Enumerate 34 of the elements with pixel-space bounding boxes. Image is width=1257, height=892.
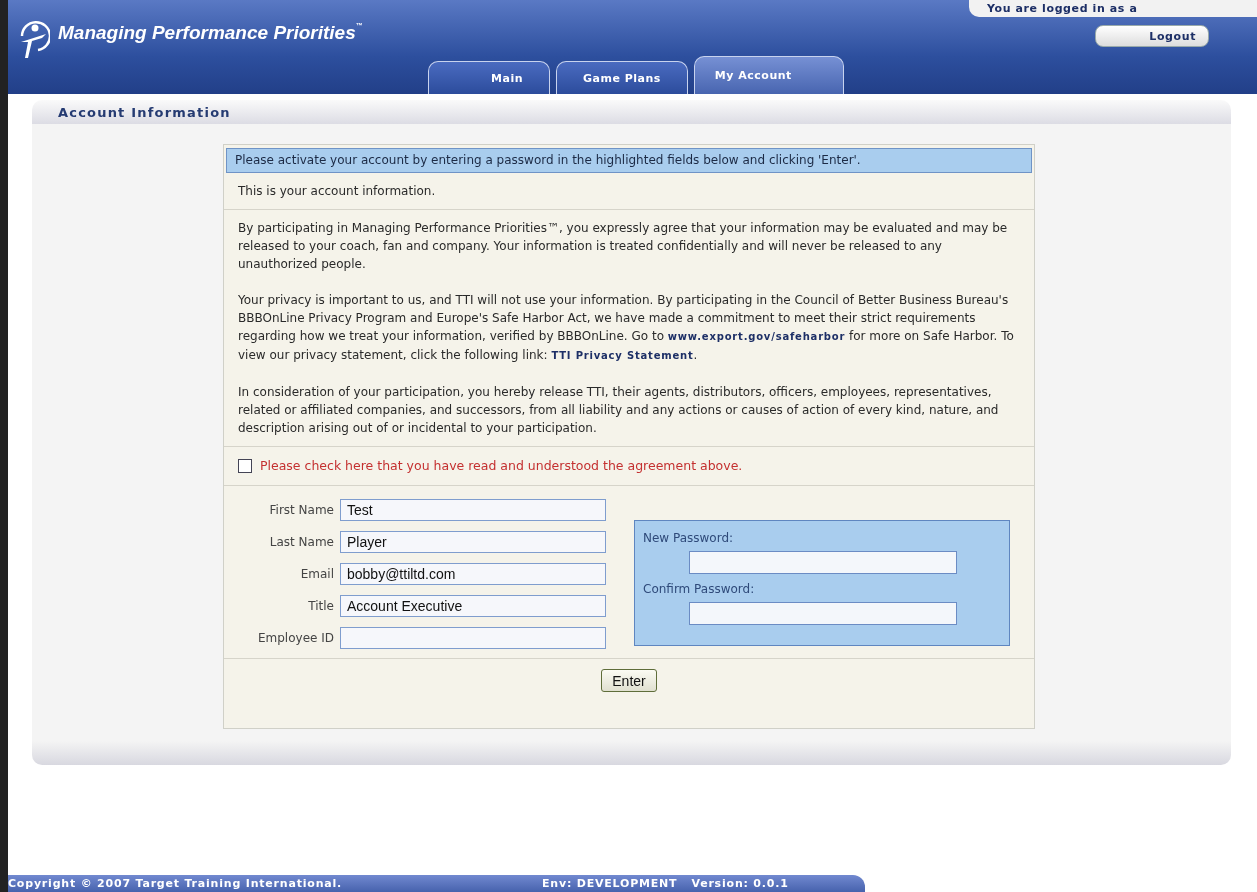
agreement-label: Please check here that you have read and understood the agreement above.	[260, 457, 743, 475]
text-field[interactable]: bobby@ttiltd.com	[340, 563, 606, 585]
field-label: Title	[307, 599, 334, 613]
text-field[interactable]: Account Executive	[340, 595, 606, 617]
logout-button[interactable]: Logout	[1095, 25, 1209, 47]
text-link[interactable]: www.export.gov/safeharbor	[667, 331, 846, 342]
environment-text: Env: DEVELOPMENT	[542, 877, 678, 890]
text-field[interactable]: Test	[340, 499, 606, 521]
agreement-paragraph: Your privacy is important to us, and TTI will not use your information. By participating in the Council of Better Business Bureau's BBBOnLine Privacy Program and Europe's Safe Harbor Act, we have made a commitment to meet their strict requirements regarding how we treat your information, verified by BBBOnLine. Go to www.export.gov/safeharbor for more on Safe Harbor. To view our privacy statement, click the following link: TTI Privacy Statement.	[238, 292, 1015, 364]
password-field[interactable]	[689, 551, 957, 574]
enter-button[interactable]: Enter	[601, 669, 657, 692]
nav-tab[interactable]: My Account	[693, 56, 844, 94]
intro-text: This is your account information.	[238, 184, 436, 198]
figure-logo-icon	[18, 20, 50, 60]
text-link[interactable]: TTI Privacy Statement	[551, 350, 694, 361]
password-field[interactable]	[689, 602, 957, 625]
agreement-checkbox[interactable]	[238, 459, 252, 473]
field-label: First Name	[268, 503, 334, 517]
copyright-text: Copyright © 2007 Target Training International.	[8, 877, 344, 890]
agreement-paragraph: In consideration of your participation, you hereby release TTI, their agents, distributors, officers, employees, representatives, related or affiliated companies, and successors, from all liability and any actions or causes of action of every kind, nature, and description arising out of or incidental to your participation.	[238, 384, 1000, 437]
version-text: Version: 0.0.1	[691, 877, 789, 890]
nav-tab[interactable]: Main	[428, 61, 550, 94]
field-label: Last Name	[268, 535, 334, 549]
field-label: Email	[299, 567, 334, 581]
panel-title: Account Information	[32, 100, 1231, 124]
field-label: New Password:	[643, 531, 735, 545]
login-status: You are logged in as a	[969, 0, 1257, 17]
text-field[interactable]	[340, 627, 606, 649]
field-label: Employee ID	[256, 631, 334, 645]
text-field[interactable]: Player	[340, 531, 606, 553]
agreement-paragraph: By participating in Managing Performance Priorities™, you expressly agree that your information may be evaluated and may be released to your coach, fan and company. Your information is treated confidentially and will never be released to any unauthorized people.	[238, 220, 1009, 273]
nav-tab[interactable]: Game Plans	[556, 61, 688, 94]
field-label: Confirm Password:	[643, 582, 756, 596]
activation-notice: Please activate your account by entering a password in the highlighted fields below and clicking 'Enter'.	[226, 148, 1032, 173]
